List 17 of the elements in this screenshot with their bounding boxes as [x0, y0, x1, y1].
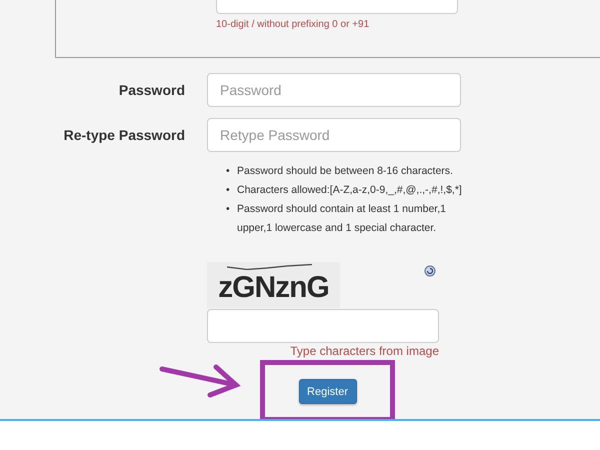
bullet: • [226, 164, 231, 179]
password-rule: Password should contain at least 1 number,1 upper,1 lowercase and 1 special character. [237, 202, 447, 236]
register-button[interactable]: Register [298, 379, 356, 404]
password-rule: Password should be between 8-16 characters. [237, 164, 454, 179]
captcha-image: zGNznG [207, 262, 340, 308]
field-label: Re-type Password [62, 127, 185, 143]
password-field[interactable]: Retype Password [207, 118, 461, 152]
mobile-field[interactable] [216, 0, 458, 14]
captcha-hint: Type characters from image [290, 344, 439, 358]
password-field[interactable]: Password [207, 73, 461, 107]
mobile-hint: 10-digit / without prefixing 0 or +91 [216, 19, 370, 30]
bullet: • [226, 202, 231, 217]
refresh-icon[interactable] [424, 265, 436, 277]
field-label: Password [118, 82, 185, 98]
captcha-field[interactable] [207, 309, 439, 343]
bullet: • [226, 183, 231, 198]
password-rule: Characters allowed:[A-Z,a-z,0-9,_,#,@,.,-,#,!,$,*] [237, 183, 463, 198]
